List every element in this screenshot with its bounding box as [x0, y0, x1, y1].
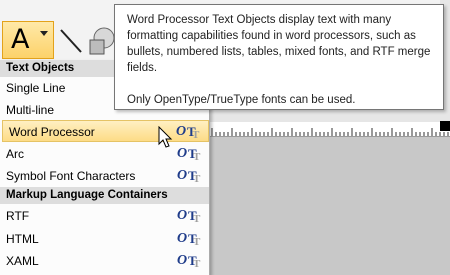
menu-item-xaml[interactable]: XAML O T T	[0, 250, 209, 272]
truetype-icon: T	[192, 129, 200, 141]
opentype-icon: O	[177, 146, 188, 161]
opentype-icon: O	[177, 253, 188, 268]
font-type-icons: O T T	[177, 231, 205, 248]
truetype-icon: T	[193, 258, 201, 270]
horizontal-ruler	[210, 122, 450, 137]
chevron-down-icon	[40, 31, 48, 36]
canvas-area	[210, 137, 450, 275]
opentype-icon: O	[177, 231, 188, 246]
truetype-icon: T	[193, 173, 201, 185]
menu-item-arc[interactable]: Arc O T T	[0, 143, 209, 165]
text-tool-button[interactable]: A	[2, 21, 54, 59]
font-type-icons: O T T	[177, 208, 205, 225]
truetype-icon: T	[193, 213, 201, 225]
menu-item-label: Single Line	[6, 81, 66, 95]
opentype-icon: O	[177, 168, 188, 183]
font-type-icons: O T T	[176, 124, 204, 141]
truetype-icon: T	[193, 151, 201, 163]
menu-item-html[interactable]: HTML O T T	[0, 228, 209, 250]
mouse-pointer-icon	[158, 126, 173, 148]
menu-item-label: Arc	[6, 147, 24, 161]
shape-icon[interactable]	[88, 24, 116, 58]
menu-item-label: Symbol Font Characters	[6, 169, 136, 183]
menu-section-header-markup-language-containers: Markup Language Containers	[0, 187, 209, 204]
tooltip-font-note: Only OpenType/TrueType fonts can be used…	[127, 94, 356, 106]
ruler-corner	[440, 121, 450, 131]
opentype-icon: O	[176, 124, 187, 139]
font-type-icons: O T T	[177, 253, 205, 270]
menu-item-word-processor[interactable]: Word Processor O T T	[2, 120, 209, 142]
menu-item-rtf[interactable]: RTF O T T	[0, 205, 209, 227]
menu-item-symbol-font-characters[interactable]: Symbol Font Characters O T T	[0, 165, 209, 187]
opentype-icon: O	[177, 208, 188, 223]
tooltip-description: Word Processor Text Objects display text…	[127, 14, 431, 74]
word-processor-tooltip: Word Processor Text Objects display text…	[114, 4, 444, 110]
menu-item-label: RTF	[6, 209, 30, 223]
text-a-icon: A	[11, 24, 30, 55]
truetype-icon: T	[193, 236, 201, 248]
menu-item-label: Word Processor	[9, 125, 95, 139]
font-type-icons: O T T	[177, 168, 205, 185]
line-icon[interactable]	[58, 24, 84, 56]
canvas-top-strip	[210, 110, 450, 122]
menu-item-label: XAML	[6, 254, 39, 268]
menu-item-label: HTML	[6, 232, 39, 246]
font-type-icons: O T T	[177, 146, 205, 163]
menu-item-label: Multi-line	[6, 103, 55, 117]
